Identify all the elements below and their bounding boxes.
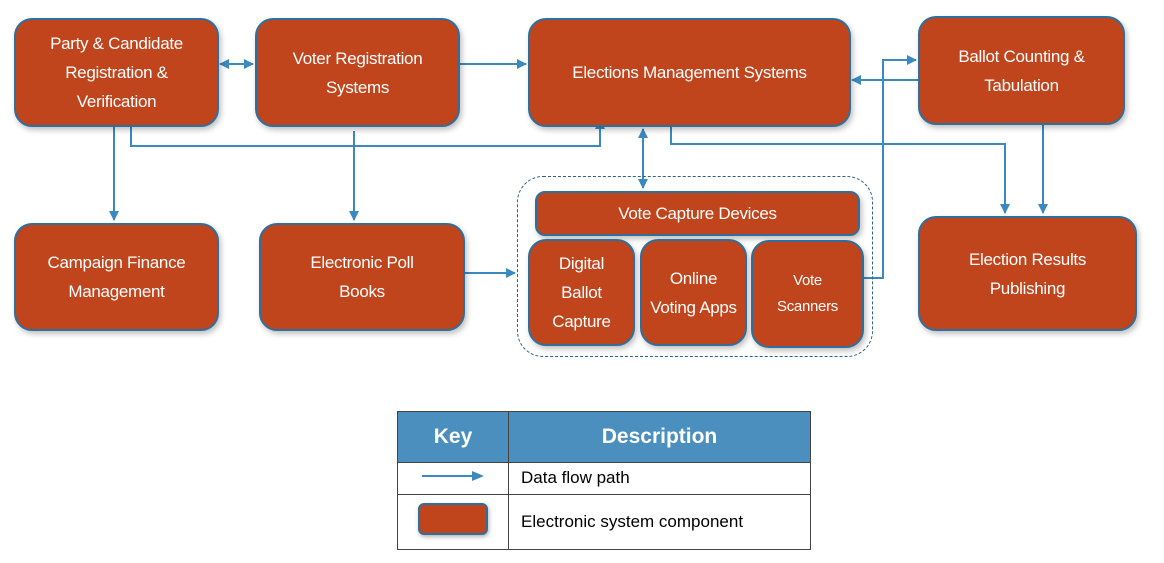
election-systems-diagram: Party & Candidate Registration & Verific… [0, 0, 1164, 563]
legend-table: Key Description Data flow path Electroni… [397, 411, 811, 551]
label: Vote Capture Devices [618, 204, 777, 223]
label: Voter Registration Systems [292, 48, 423, 97]
voter-registration-systems: Voter Registration Systems [255, 18, 460, 127]
key-arrow-cell [397, 462, 509, 495]
label: Election Results Publishing [968, 249, 1087, 298]
campaign-finance-management: Campaign Finance Management [14, 223, 219, 331]
label: Electronic Poll Books [310, 253, 414, 301]
vote-capture-devices: Vote Capture Devices [535, 191, 860, 236]
ballot-counting-tabulation: Ballot Counting & Tabulation [918, 16, 1125, 125]
label: Elections Management Systems [572, 63, 807, 82]
label: Campaign Finance Management [47, 253, 186, 301]
label: Ballot Counting & Tabulation [958, 46, 1085, 95]
key-header: Key [397, 411, 509, 463]
label: Digital Ballot Capture [552, 254, 611, 331]
label: Online Voting Apps [650, 268, 737, 317]
key-description: Data flow path [508, 462, 811, 495]
key-description: Electronic system component [508, 493, 811, 551]
online-voting-apps: Online Voting Apps [640, 239, 747, 346]
electronic-poll-books: Electronic Poll Books [259, 223, 465, 331]
description-header: Description [508, 411, 811, 463]
digital-ballot-capture: Digital Ballot Capture [528, 239, 635, 346]
arrow-icon [422, 471, 484, 482]
label: Party & Candidate Registration & Verific… [50, 34, 183, 111]
election-results-publishing: Election Results Publishing [918, 216, 1137, 331]
party-candidate-registration: Party & Candidate Registration & Verific… [14, 18, 219, 127]
key-swatch-cell [397, 493, 509, 551]
label: Vote Scanners [777, 272, 838, 315]
vote-scanners: Vote Scanners [751, 240, 864, 348]
component-swatch-icon [418, 503, 488, 536]
elections-management-systems: Elections Management Systems [528, 18, 851, 127]
